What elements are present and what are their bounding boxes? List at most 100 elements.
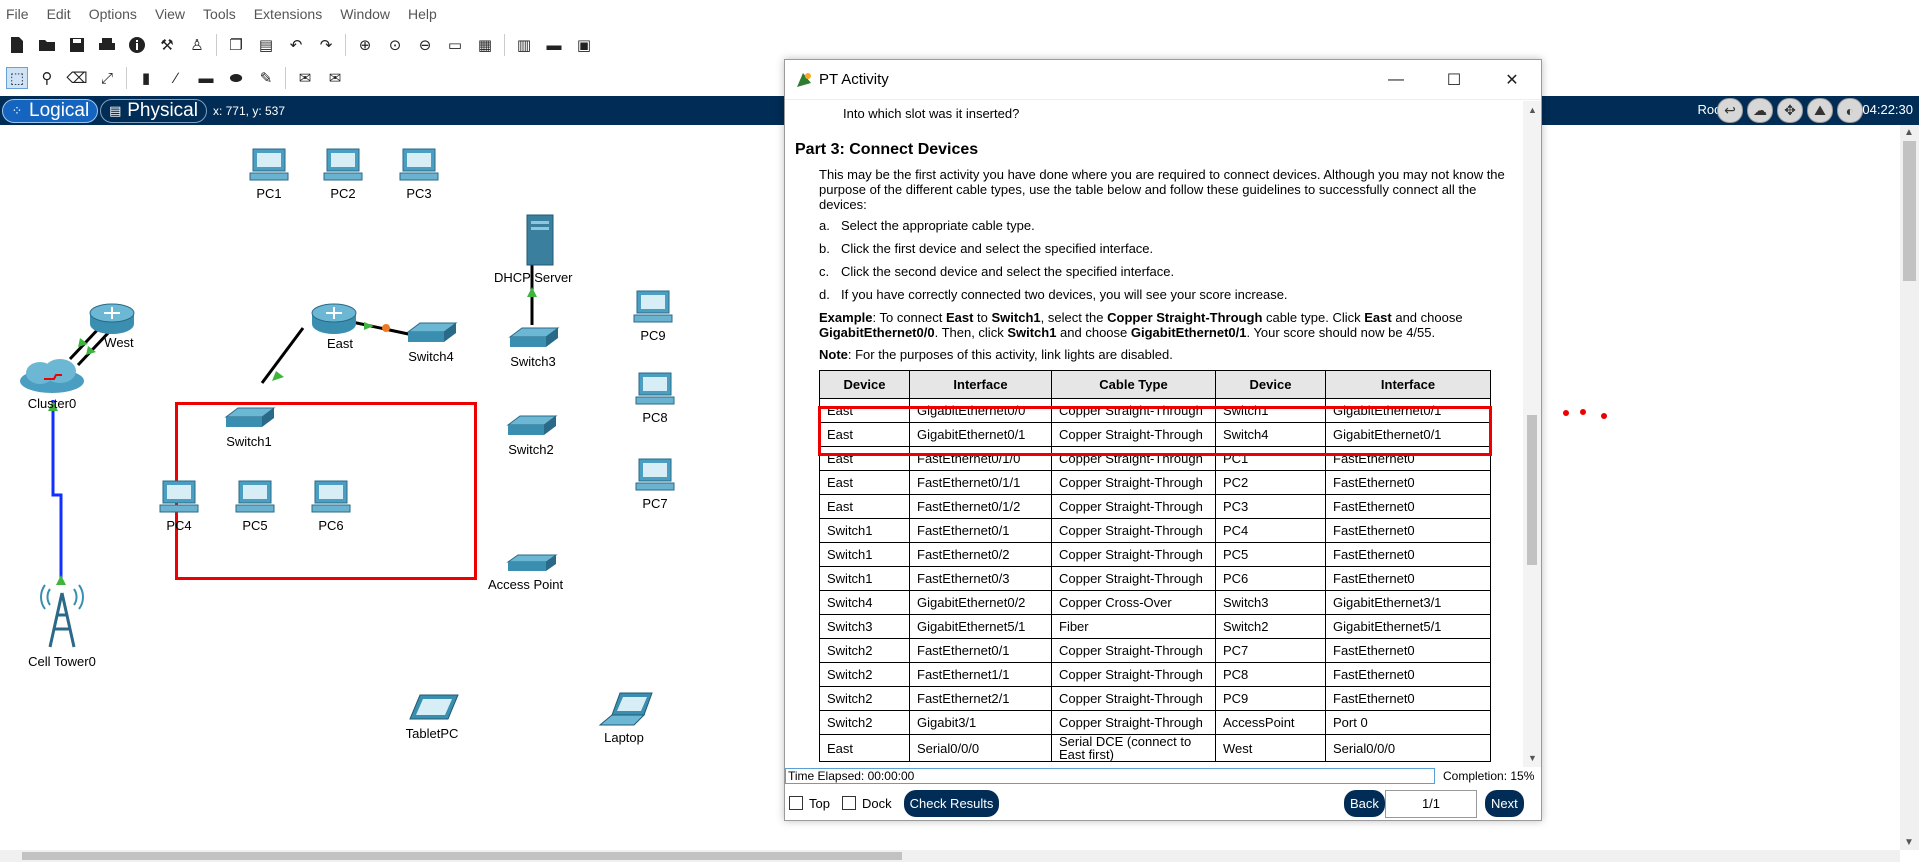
- workspace-horizontal-scrollbar[interactable]: [0, 850, 1900, 862]
- custom-device-icon[interactable]: ▦: [474, 34, 496, 56]
- device-pc5[interactable]: PC5: [234, 479, 276, 533]
- router-icon: [89, 303, 135, 334]
- menu-view[interactable]: View: [155, 6, 185, 22]
- checkbox-box[interactable]: [841, 796, 856, 810]
- zoom-reset-icon[interactable]: ⊙: [384, 34, 406, 56]
- link-cluster-tower[interactable]: [51, 400, 63, 585]
- device-pc3[interactable]: PC3: [398, 147, 440, 201]
- scroll-thumb[interactable]: [1903, 141, 1916, 281]
- menu-window[interactable]: Window: [340, 6, 390, 22]
- info-icon[interactable]: [126, 34, 148, 56]
- workspace-vertical-scrollbar[interactable]: ▲ ▼: [1900, 125, 1919, 850]
- maximize-icon[interactable]: ☐: [1425, 60, 1483, 100]
- save-icon[interactable]: [66, 34, 88, 56]
- physical-tab[interactable]: ▤ Physical: [100, 98, 207, 123]
- line-icon[interactable]: ∕: [165, 67, 187, 89]
- copy-icon[interactable]: ❐: [225, 34, 247, 56]
- device-switch3[interactable]: Switch3: [506, 325, 560, 369]
- device-switch1[interactable]: Switch1: [222, 405, 276, 449]
- note-label: Note: [819, 347, 848, 362]
- back-button[interactable]: Back: [1344, 790, 1385, 817]
- device-pc2[interactable]: PC2: [322, 147, 364, 201]
- move-object-icon[interactable]: ✥: [1777, 98, 1803, 123]
- drawing-palette-icon[interactable]: ▭: [444, 34, 466, 56]
- complex-pdu-icon[interactable]: ✉: [324, 67, 346, 89]
- image-icon[interactable]: ▣: [573, 34, 595, 56]
- close-icon[interactable]: ✕: [1483, 60, 1541, 100]
- step-text: Select the appropriate cable type.: [841, 218, 1035, 233]
- instructions-scrollbar[interactable]: ▲ ▼: [1523, 101, 1541, 767]
- select-icon[interactable]: ⬚: [6, 67, 28, 89]
- freeform-icon[interactable]: ✎: [255, 67, 277, 89]
- scroll-up-icon[interactable]: ▲: [1904, 127, 1914, 138]
- rectangle-icon[interactable]: ▬: [195, 67, 217, 89]
- device-east-router[interactable]: East: [308, 302, 360, 351]
- set-background-icon[interactable]: ⛰: [1807, 98, 1833, 123]
- link-east-switch1[interactable]: [260, 327, 305, 384]
- device-pc9[interactable]: PC9: [632, 289, 674, 343]
- device-switch4[interactable]: Switch4: [404, 320, 458, 364]
- scroll-up-icon[interactable]: ▲: [1528, 105, 1537, 115]
- toolbar-separator: [285, 67, 286, 89]
- device-pc4[interactable]: PC4: [158, 479, 200, 533]
- device-pc6[interactable]: PC6: [310, 479, 352, 533]
- simple-pdu-icon[interactable]: ✉: [294, 67, 316, 89]
- scroll-down-icon[interactable]: ▼: [1904, 837, 1914, 848]
- menu-file[interactable]: File: [6, 6, 29, 22]
- device-cell-tower[interactable]: Cell Tower0: [26, 583, 98, 669]
- scroll-thumb[interactable]: [1527, 415, 1537, 565]
- check-results-button[interactable]: Check Results: [903, 789, 1000, 817]
- dock-checkbox[interactable]: Dock: [841, 796, 892, 811]
- back-arrow-icon[interactable]: ↩: [1717, 98, 1743, 123]
- table-cell: FastEthernet0/3: [909, 566, 1052, 591]
- scroll-down-icon[interactable]: ▼: [1528, 753, 1537, 763]
- cluster-cloud-icon[interactable]: ☁: [1747, 98, 1773, 123]
- print-icon[interactable]: [96, 34, 118, 56]
- scroll-thumb[interactable]: [22, 852, 902, 860]
- logical-tab[interactable]: ⁘ Logical: [2, 98, 99, 123]
- zoom-in-icon[interactable]: ⊕: [354, 34, 376, 56]
- device-tabletpc[interactable]: TabletPC: [404, 693, 460, 741]
- device-west-router[interactable]: West: [86, 302, 138, 350]
- menu-help[interactable]: Help: [408, 6, 437, 22]
- activity-wizard-icon[interactable]: ♙: [186, 34, 208, 56]
- page-indicator[interactable]: 1/1: [1385, 790, 1477, 818]
- top-checkbox[interactable]: Top: [789, 796, 830, 811]
- cable-table: Device Interface Cable Type Device Inter…: [819, 370, 1491, 762]
- pc-icon: [635, 458, 675, 491]
- next-button[interactable]: Next: [1485, 790, 1524, 817]
- device-access-point[interactable]: Access Point: [488, 552, 563, 592]
- checkbox-box[interactable]: [789, 796, 803, 810]
- menu-options[interactable]: Options: [89, 6, 137, 22]
- zoom-out-icon[interactable]: ⊖: [414, 34, 436, 56]
- device-cluster0[interactable]: Cluster0: [16, 357, 88, 411]
- device-dhcp-server[interactable]: DHCP Server: [494, 213, 573, 285]
- device-label: PC5: [242, 518, 268, 533]
- viewport-toggle-icon[interactable]: ◐: [1837, 98, 1863, 123]
- redo-icon[interactable]: ↷: [315, 34, 337, 56]
- viewport-icon[interactable]: ▥: [513, 34, 535, 56]
- device-pc7[interactable]: PC7: [634, 457, 676, 511]
- paste-icon[interactable]: ▤: [255, 34, 277, 56]
- device-switch2[interactable]: Switch2: [504, 413, 558, 457]
- table-cell: Gigabit3/1: [909, 710, 1052, 735]
- delete-icon[interactable]: ⌫: [66, 67, 88, 89]
- undo-icon[interactable]: ↶: [285, 34, 307, 56]
- step-item: c. Click the second device and select the…: [819, 264, 1523, 279]
- wizard-icon[interactable]: ⚒: [156, 34, 178, 56]
- cluster-icon[interactable]: ▬: [543, 34, 565, 56]
- open-folder-icon[interactable]: [36, 34, 58, 56]
- menu-extensions[interactable]: Extensions: [254, 6, 322, 22]
- new-file-icon[interactable]: [6, 34, 28, 56]
- ellipse-icon[interactable]: ⬬: [225, 67, 247, 89]
- menu-edit[interactable]: Edit: [47, 6, 71, 22]
- device-pc8[interactable]: PC8: [634, 371, 676, 425]
- inspect-icon[interactable]: ⚲: [36, 67, 58, 89]
- minimize-icon[interactable]: —: [1367, 60, 1425, 100]
- example-label: Example: [819, 310, 873, 325]
- device-pc1[interactable]: PC1: [248, 147, 290, 201]
- menu-tools[interactable]: Tools: [203, 6, 236, 22]
- note-icon[interactable]: ▮: [135, 67, 157, 89]
- device-laptop[interactable]: Laptop: [594, 691, 654, 745]
- resize-icon[interactable]: ⤢: [96, 67, 118, 89]
